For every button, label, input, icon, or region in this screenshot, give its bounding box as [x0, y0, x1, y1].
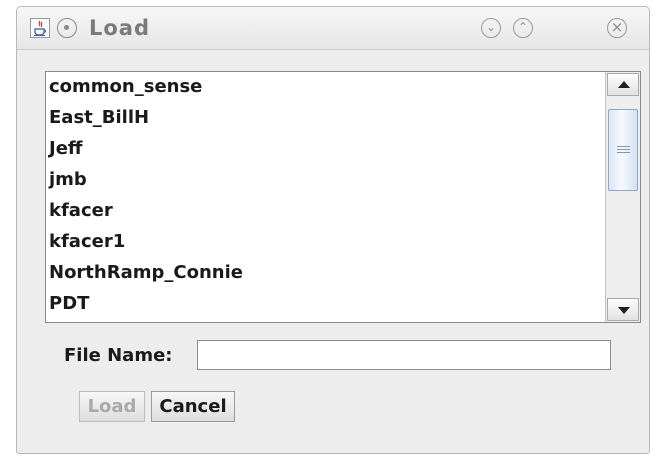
list-item[interactable]: common_sense [46, 72, 605, 102]
list-item[interactable]: PDT [46, 288, 605, 319]
vertical-scrollbar[interactable] [605, 72, 640, 322]
maximize-icon[interactable]: ⌃ [513, 18, 533, 38]
scroll-grip [617, 149, 630, 150]
title-bar[interactable]: Load ⌄ ⌃ × [17, 7, 649, 50]
java-icon[interactable] [30, 18, 50, 38]
list-item[interactable]: jmb [46, 164, 605, 195]
scroll-down-arrow-icon[interactable] [607, 298, 639, 321]
list-item[interactable]: East_BillH [46, 102, 605, 133]
scroll-grip [617, 146, 630, 147]
file-name-input[interactable] [197, 340, 611, 370]
close-icon[interactable]: × [607, 18, 627, 38]
window-menu-icon[interactable] [57, 18, 77, 38]
list-item[interactable]: kfacer1 [46, 226, 605, 257]
minimize-icon[interactable]: ⌄ [481, 18, 501, 38]
scroll-up-arrow-icon[interactable] [607, 73, 639, 96]
list-item[interactable]: NorthRamp_Connie [46, 257, 605, 288]
list-item[interactable]: Jeff [46, 133, 605, 164]
file-name-label: File Name: [64, 345, 173, 366]
scroll-grip [617, 152, 630, 153]
cancel-button[interactable]: Cancel [151, 391, 235, 422]
file-list-items: common_sense East_BillH Jeff jmb kfacer … [46, 72, 605, 322]
window-title: Load [89, 16, 151, 40]
list-item[interactable]: kfacer [46, 195, 605, 226]
load-dialog: Load ⌄ ⌃ × common_sense East_BillH Jeff … [16, 6, 650, 454]
load-button[interactable]: Load [79, 391, 145, 422]
scroll-thumb[interactable] [608, 109, 638, 191]
file-list[interactable]: common_sense East_BillH Jeff jmb kfacer … [45, 71, 641, 323]
